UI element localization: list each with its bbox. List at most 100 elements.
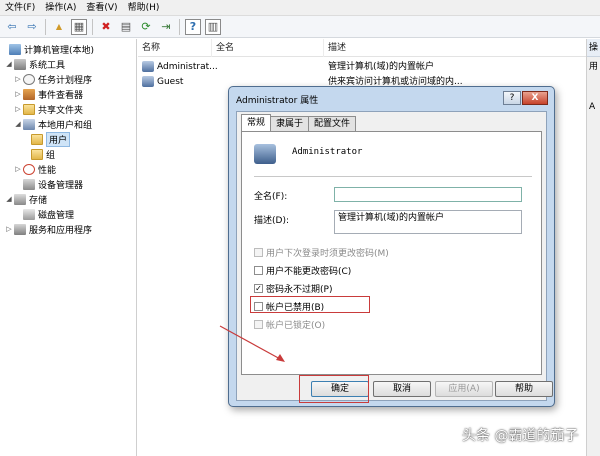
column-header-name[interactable]: 名称 bbox=[138, 39, 212, 57]
tree-node-label: 事件查看器 bbox=[38, 90, 84, 101]
toolbar-separator bbox=[179, 18, 180, 35]
divider bbox=[254, 176, 532, 177]
checkmark-icon: ✓ bbox=[254, 283, 263, 293]
tree-node-label: 任务计划程序 bbox=[38, 75, 93, 86]
tree-node-storage[interactable]: ◢ 存储 bbox=[5, 192, 47, 206]
tree-node-users[interactable]: 用户 bbox=[30, 131, 71, 147]
back-arrow-icon[interactable]: ⇦ bbox=[4, 19, 20, 35]
tree-node-label: 计算机管理(本地) bbox=[24, 45, 95, 56]
show-action-pane-icon[interactable]: ▥ bbox=[205, 18, 221, 35]
menu-view[interactable]: 查看(V) bbox=[81, 0, 122, 16]
tree-node-label: 系统工具 bbox=[29, 60, 66, 71]
event-viewer-icon bbox=[23, 88, 35, 100]
expand-arrow-icon[interactable]: ▷ bbox=[5, 225, 13, 233]
device-manager-icon bbox=[23, 178, 35, 190]
cannot-change-password-checkbox[interactable]: 用户不能更改密码(C) bbox=[254, 264, 352, 277]
list-item-name: Guest bbox=[157, 77, 184, 87]
apply-button[interactable]: 应用(A) bbox=[435, 381, 493, 397]
folder-icon bbox=[31, 148, 43, 160]
checkbox-label: 密码永不过期(P) bbox=[266, 284, 333, 295]
account-disabled-highlight bbox=[250, 296, 370, 313]
general-tab-panel: Administrator 全名(F): 描述(D): 管理计算机(域)的内置帐… bbox=[241, 131, 542, 375]
tree-node-label: 服务和应用程序 bbox=[29, 225, 93, 236]
task-scheduler-icon bbox=[23, 73, 35, 85]
toolbar-separator bbox=[92, 18, 93, 35]
tab-general[interactable]: 常规 bbox=[241, 114, 272, 131]
storage-icon bbox=[14, 193, 26, 205]
expand-arrow-icon[interactable]: ◢ bbox=[14, 120, 22, 128]
dialog-tabs: 常规 隶属于 配置文件 bbox=[241, 114, 357, 131]
help-button[interactable]: 帮助 bbox=[495, 381, 553, 397]
forward-arrow-icon[interactable]: ⇨ bbox=[24, 19, 40, 35]
actions-pane-item[interactable]: A bbox=[587, 99, 600, 115]
expand-arrow-icon[interactable]: ◢ bbox=[5, 60, 13, 68]
tree-node-task-scheduler[interactable]: ▷ 任务计划程序 bbox=[14, 72, 92, 86]
checkbox-box bbox=[254, 319, 263, 329]
description-field[interactable]: 管理计算机(域)的内置帐户 bbox=[334, 210, 522, 234]
tree-node-shared-folders[interactable]: ▷ 共享文件夹 bbox=[14, 102, 83, 116]
tree-node-computer-management[interactable]: 计算机管理(本地) bbox=[0, 42, 94, 56]
tree-node-device-manager[interactable]: 设备管理器 bbox=[22, 177, 83, 191]
tree-node-groups[interactable]: 组 bbox=[30, 147, 55, 161]
list-item[interactable]: Administrat... 管理计算机(域)的内置帐户 bbox=[138, 60, 586, 74]
expand-arrow-icon[interactable]: ▷ bbox=[14, 75, 22, 83]
dialog-help-button[interactable]: ? bbox=[503, 91, 521, 105]
export-list-icon[interactable]: ⇥ bbox=[158, 19, 174, 35]
tree-node-disk-management[interactable]: 磁盘管理 bbox=[22, 207, 74, 221]
delete-icon[interactable]: ✖ bbox=[98, 19, 114, 35]
tab-member-of[interactable]: 隶属于 bbox=[270, 116, 310, 131]
tree-node-performance[interactable]: ▷ 性能 bbox=[14, 162, 56, 176]
actions-pane: 操 用 A bbox=[586, 39, 600, 456]
dialog-title-buttons: ? X bbox=[502, 91, 548, 105]
user-avatar-icon bbox=[254, 144, 276, 164]
fullname-label: 全名(F): bbox=[254, 192, 288, 202]
tree-node-event-viewer[interactable]: ▷ 事件查看器 bbox=[14, 87, 83, 101]
properties-icon[interactable]: ▤ bbox=[118, 19, 134, 35]
computer-icon bbox=[9, 43, 21, 55]
watermark: 头条 @霸道的茄子 bbox=[462, 428, 579, 444]
user-icon bbox=[142, 61, 154, 72]
expand-arrow-icon[interactable]: ▷ bbox=[14, 105, 22, 113]
tree-node-label: 性能 bbox=[38, 165, 57, 176]
tree-node-system-tools[interactable]: ◢ 系统工具 bbox=[5, 57, 65, 71]
tab-profile[interactable]: 配置文件 bbox=[308, 116, 357, 131]
description-label: 描述(D): bbox=[254, 216, 289, 226]
menu-file[interactable]: 文件(F) bbox=[0, 0, 40, 16]
expand-arrow-icon[interactable]: ◢ bbox=[5, 195, 13, 203]
actions-pane-item[interactable]: 用 bbox=[587, 59, 600, 75]
checkbox-box bbox=[254, 247, 263, 257]
disk-management-icon bbox=[23, 208, 35, 220]
expand-arrow-icon[interactable]: ▷ bbox=[14, 90, 22, 98]
up-folder-icon[interactable]: ▲ bbox=[51, 19, 67, 35]
password-never-expires-checkbox[interactable]: ✓ 密码永不过期(P) bbox=[254, 282, 333, 295]
performance-icon bbox=[23, 163, 35, 175]
services-icon bbox=[14, 223, 26, 235]
show-hide-tree-icon[interactable]: ▦ bbox=[71, 18, 87, 35]
menu-bar: 文件(F) 操作(A) 查看(V) 帮助(H) bbox=[0, 0, 600, 16]
cancel-button[interactable]: 取消 bbox=[373, 381, 431, 397]
menu-help[interactable]: 帮助(H) bbox=[123, 0, 165, 16]
tree-node-services-apps[interactable]: ▷ 服务和应用程序 bbox=[5, 222, 92, 236]
checkbox-label: 用户不能更改密码(C) bbox=[266, 266, 352, 277]
tree-node-local-users-groups[interactable]: ◢ 本地用户和组 bbox=[14, 117, 92, 131]
user-icon bbox=[142, 76, 154, 87]
actions-pane-header: 操 bbox=[587, 39, 600, 57]
account-username: Administrator bbox=[292, 147, 363, 157]
help-icon[interactable]: ? bbox=[185, 18, 201, 35]
checkbox-label: 用户下次登录时须更改密码(M) bbox=[266, 248, 389, 259]
must-change-password-checkbox[interactable]: 用户下次登录时须更改密码(M) bbox=[254, 246, 389, 259]
column-header-fullname[interactable]: 全名 bbox=[212, 39, 324, 57]
shared-folder-icon bbox=[23, 103, 35, 115]
menu-action[interactable]: 操作(A) bbox=[40, 0, 81, 16]
folder-icon bbox=[31, 133, 43, 145]
account-locked-checkbox[interactable]: 帐户已锁定(O) bbox=[254, 318, 326, 331]
checkbox-label: 帐户已锁定(O) bbox=[266, 320, 326, 331]
column-header-description[interactable]: 描述 bbox=[324, 39, 586, 57]
system-tools-icon bbox=[14, 58, 26, 70]
dialog-close-button[interactable]: X bbox=[522, 91, 548, 105]
expand-arrow-icon[interactable]: ▷ bbox=[14, 165, 22, 173]
tree-node-label: 组 bbox=[46, 150, 56, 161]
refresh-icon[interactable]: ⟳ bbox=[138, 19, 154, 35]
fullname-field[interactable] bbox=[334, 187, 522, 202]
list-header: 名称 全名 描述 bbox=[138, 39, 586, 57]
